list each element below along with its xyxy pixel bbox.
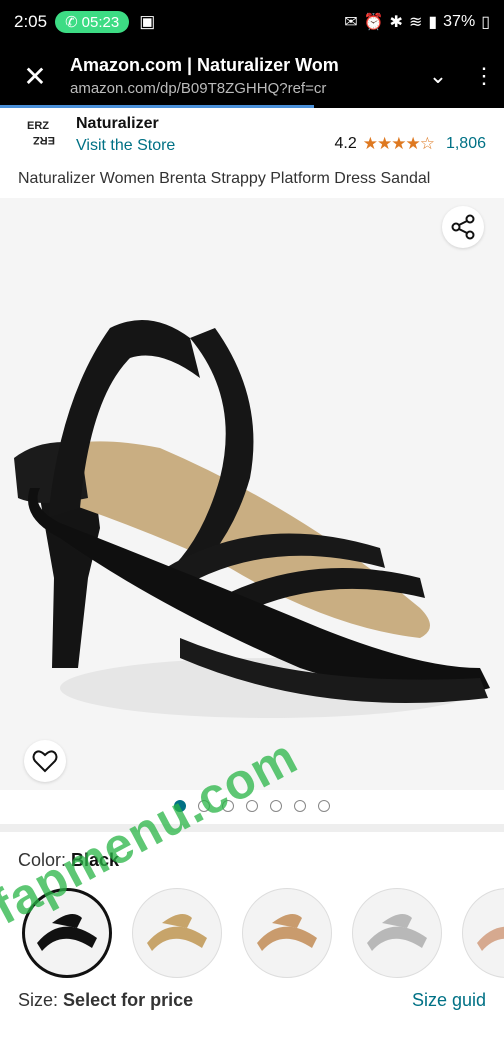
heart-icon[interactable] [24, 740, 66, 782]
phone-icon: ✆ [65, 14, 78, 31]
rating-summary[interactable]: 4.2 ★★★★☆ 1,806 [335, 134, 487, 154]
more-options-icon[interactable]: ⋮ [464, 63, 504, 89]
page-content: ERZ ERZ Naturalizer Visit the Store 4.2 … [0, 108, 504, 1043]
brand-row: ERZ ERZ Naturalizer Visit the Store 4.2 … [0, 108, 504, 160]
size-label: Size: [18, 990, 59, 1010]
size-selection-row[interactable]: Size: Select for price Size guid [0, 982, 504, 1011]
page-url: amazon.com/dp/B09T8ZGHHQ?ref=cr [70, 80, 327, 97]
carousel-dot[interactable] [318, 800, 330, 812]
visit-store-link[interactable]: Visit the Store [76, 137, 335, 155]
size-value[interactable]: Select for price [63, 990, 193, 1010]
notification-icon: ✉ [344, 14, 358, 31]
svg-text:ERZ: ERZ [27, 120, 49, 132]
product-title: Naturalizer Women Brenta Strappy Platfor… [18, 170, 431, 187]
carousel-dot[interactable] [270, 800, 282, 812]
battery-level: 37% [443, 13, 476, 30]
url-block[interactable]: Amazon.com | Naturalizer Wom amazon.com/… [70, 55, 412, 97]
bluetooth-icon: ✱ [389, 14, 403, 31]
signal-icon: ▮ [428, 14, 438, 31]
svg-text:ERZ: ERZ [33, 134, 55, 146]
section-divider [0, 824, 504, 832]
chevron-down-icon[interactable]: ⌄ [412, 63, 464, 89]
brand-logo[interactable]: ERZ ERZ [22, 113, 60, 157]
size-guide-link[interactable]: Size guid [412, 990, 486, 1011]
product-image-gallery[interactable] [0, 198, 504, 790]
swatch-tan[interactable] [242, 888, 332, 978]
swatch-rose[interactable] [462, 888, 504, 978]
call-indicator[interactable]: ✆ 05:23 [55, 11, 130, 33]
gallery-notification-icon: ▣ [139, 12, 156, 31]
status-time: 2:05 [14, 12, 48, 31]
alarm-icon: ⏰ [363, 14, 384, 31]
rating-count[interactable]: 1,806 [446, 135, 486, 153]
call-time: 05:23 [81, 13, 120, 31]
swatch-silver[interactable] [352, 888, 442, 978]
share-icon[interactable] [442, 206, 484, 248]
product-image [14, 320, 490, 718]
swatch-gold[interactable] [132, 888, 222, 978]
battery-icon: ▯ [481, 14, 490, 31]
browser-toolbar: ✕ Amazon.com | Naturalizer Wom amazon.co… [0, 44, 504, 108]
close-icon[interactable]: ✕ [0, 60, 70, 93]
star-rating-icon: ★★★★☆ [362, 134, 435, 153]
carousel-dot[interactable] [294, 800, 306, 812]
rating-value: 4.2 [334, 135, 357, 152]
page-title: Amazon.com | Naturalizer Wom [70, 55, 339, 75]
status-bar: 2:05 ✆ 05:23 ▣ ✉ ⏰ ✱ ≋ ▮ 37% ▯ [0, 0, 504, 44]
wifi-icon: ≋ [408, 14, 423, 31]
brand-name: Naturalizer [76, 115, 159, 132]
